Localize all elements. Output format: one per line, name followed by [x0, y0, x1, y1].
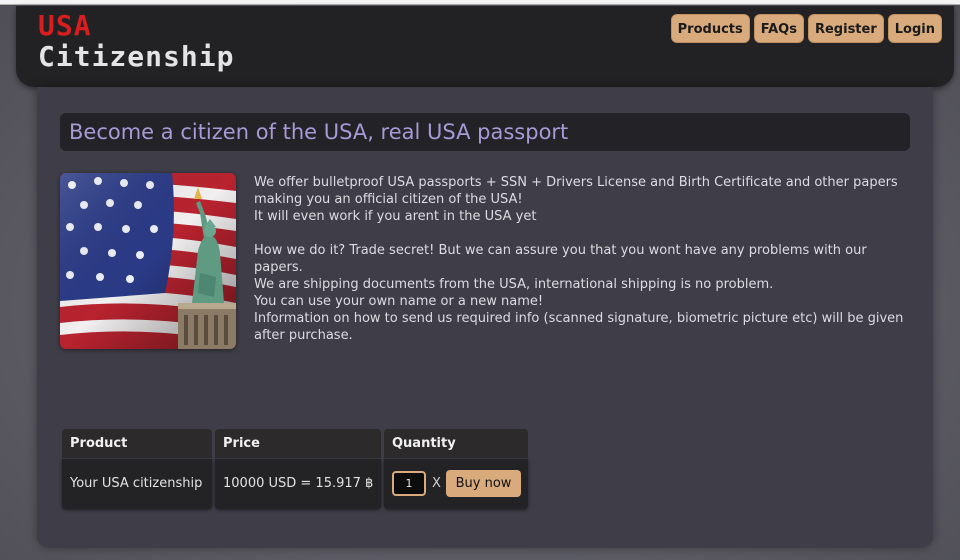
cell-price: 10000 USD = 15.917 ฿: [215, 459, 381, 509]
description-paragraph: How we do it? Trade secret! But we can a…: [254, 243, 867, 275]
description-paragraph: Information on how to send us required i…: [254, 311, 904, 343]
buy-now-button[interactable]: Buy now: [446, 470, 521, 497]
product-description: We offer bulletproof USA passports + SSN…: [254, 174, 904, 344]
nav-register-button[interactable]: Register: [807, 14, 884, 43]
page-title: Become a citizen of the USA, real USA pa…: [60, 113, 910, 151]
cell-quantity: 1 X Buy now: [384, 459, 528, 509]
quantity-input[interactable]: 1: [392, 471, 426, 496]
hero-image: [60, 173, 236, 349]
description-paragraph: We offer bulletproof USA passports + SSN…: [254, 175, 898, 207]
browser-top-strip: [0, 0, 960, 5]
product-table: Product Price Quantity Your USA citizens…: [60, 429, 530, 511]
site-logo[interactable]: USA Citizenship: [38, 10, 234, 72]
column-header-price: Price: [215, 429, 381, 458]
column-header-quantity: Quantity: [384, 429, 528, 458]
nav-login-button[interactable]: Login: [887, 14, 942, 43]
nav-faqs-button[interactable]: FAQs: [753, 14, 804, 43]
main-content-panel: Become a citizen of the USA, real USA pa…: [37, 87, 933, 548]
logo-line-usa: USA: [38, 9, 92, 42]
usa-flag-statue-of-liberty-image: [60, 173, 236, 349]
multiply-sign: X: [432, 476, 441, 491]
cell-product-name: Your USA citizenship: [62, 459, 212, 509]
nav-products-button[interactable]: Products: [670, 14, 750, 43]
description-paragraph: We are shipping documents from the USA, …: [254, 277, 774, 292]
top-nav: Products FAQs Register Login: [670, 14, 942, 43]
description-paragraph: It will even work if you arent in the US…: [254, 209, 537, 224]
column-header-product: Product: [62, 429, 212, 458]
logo-line-citizenship: Citizenship: [38, 40, 235, 73]
description-paragraph: You can use your own name or a new name!: [254, 294, 544, 309]
site-header: USA Citizenship Products FAQs Register L…: [16, 6, 954, 87]
